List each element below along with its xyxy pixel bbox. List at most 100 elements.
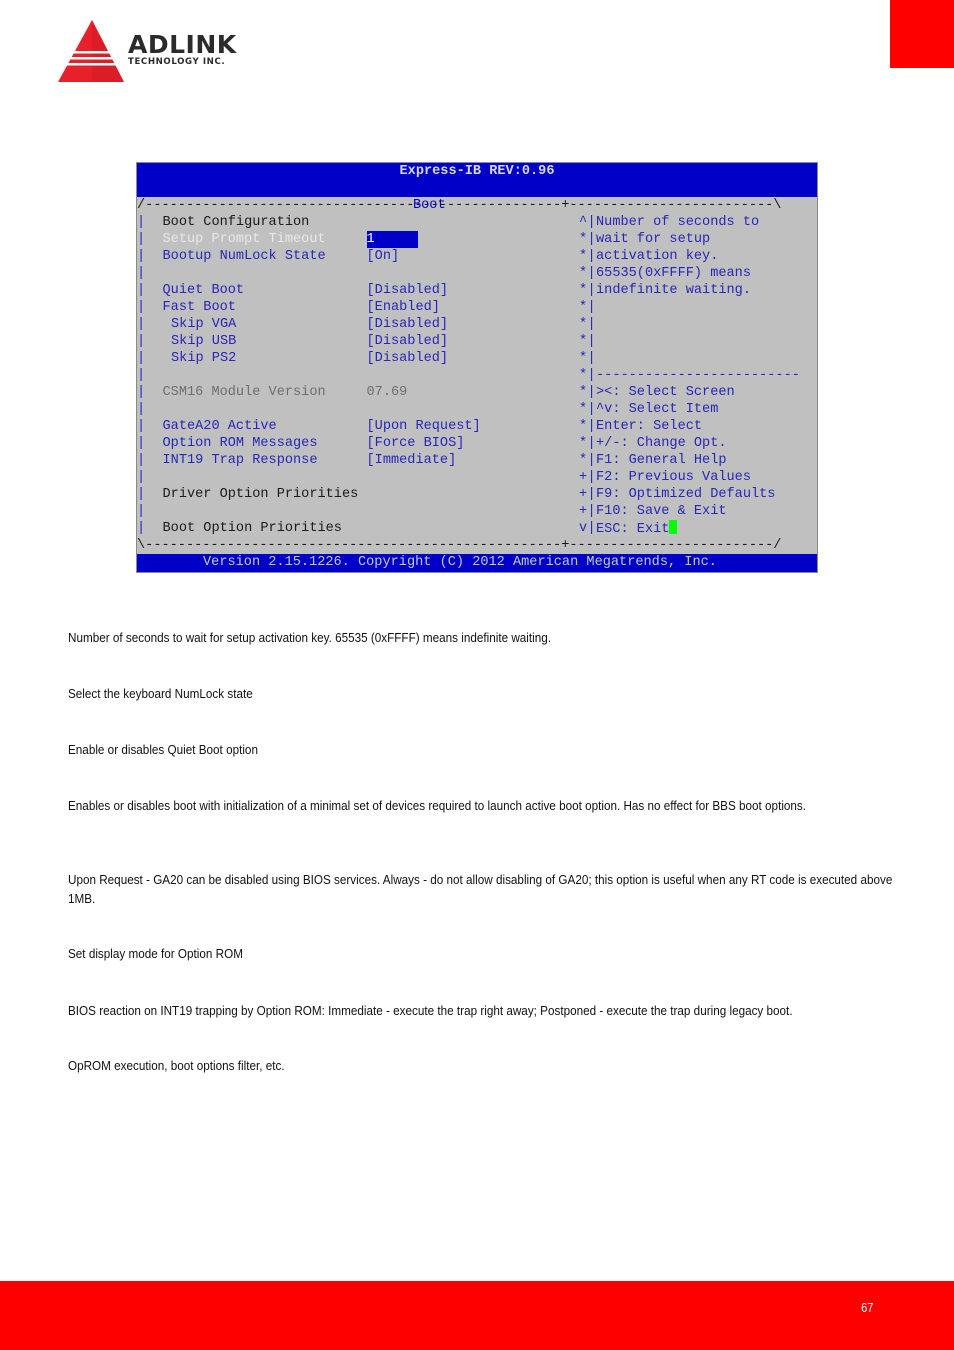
border-bar: | (814, 214, 817, 231)
border-bar: | (814, 367, 817, 384)
int19-value[interactable]: [Immediate] (367, 452, 457, 469)
text-cursor (669, 520, 678, 534)
bootup-numlock-label[interactable]: Bootup NumLock State (163, 248, 326, 265)
border-bar: | (587, 436, 596, 451)
scroll-mark: + (579, 470, 588, 485)
setup-prompt-timeout-label[interactable]: Setup Prompt Timeout (163, 231, 326, 248)
skip-vga-label[interactable]: Skip VGA (171, 316, 236, 333)
scroll-mark: * (579, 402, 588, 417)
border-bar: | (137, 317, 146, 332)
scroll-mark: * (579, 232, 588, 247)
border-bar: | (137, 215, 146, 230)
border-bar: | (587, 249, 596, 264)
border-bar: | (587, 470, 596, 485)
adlink-triangle-icon (58, 20, 124, 82)
border-bar: | (587, 504, 596, 519)
border-bar: | (814, 231, 817, 248)
scroll-mark: * (579, 351, 588, 366)
scroll-mark: * (579, 334, 588, 349)
border-bar: | (814, 469, 817, 486)
help-text: F2: Previous Values (596, 470, 751, 485)
help-text: ><: Select Screen (596, 385, 735, 400)
bios-top-border: /---------------------------------------… (137, 198, 782, 213)
scroll-mark: * (579, 249, 588, 264)
border-bar: | (587, 521, 596, 536)
border-bar: | (814, 435, 817, 452)
border-bar: | (137, 351, 146, 366)
border-bar: | (137, 419, 146, 434)
border-bar: | (587, 368, 596, 383)
scroll-mark: * (579, 317, 588, 332)
skip-usb-value[interactable]: [Disabled] (367, 333, 449, 350)
help-text: activation key. (596, 249, 719, 264)
border-bar: | (137, 436, 146, 451)
bios-title: Express-IB REV:0.96 (399, 164, 555, 179)
border-bar: | (137, 487, 146, 502)
border-bar: | (587, 283, 596, 298)
bios-header: Express-IB REV:0.96 Main Advanced Chipset B… (137, 163, 817, 214)
page-number: 67 (860, 1300, 873, 1315)
scroll-mark: * (579, 453, 588, 468)
help-text: F1: General Help (596, 453, 727, 468)
border-bar: | (137, 283, 146, 298)
border-bar: | (137, 402, 146, 417)
border-bar: | (814, 333, 817, 350)
border-bar: | (814, 248, 817, 265)
quiet-boot-label[interactable]: Quiet Boot (163, 282, 245, 299)
border-bar: | (137, 368, 146, 383)
bios-screenshot: Express-IB REV:0.96 Main Advanced Chipset B… (136, 162, 818, 573)
border-bar: | (587, 334, 596, 349)
border-bar: | (587, 385, 596, 400)
skip-ps2-value[interactable]: [Disabled] (367, 350, 449, 367)
skip-ps2-label[interactable]: Skip PS2 (171, 350, 236, 367)
gatea20-value[interactable]: [Upon Request] (367, 418, 481, 435)
border-bar: | (814, 316, 817, 333)
help-text: F10: Save & Exit (596, 504, 727, 519)
border-bar: | (137, 470, 146, 485)
bios-bottom-border: \---------------------------------------… (137, 538, 782, 553)
section-boot-configuration: Boot Configuration (162, 215, 310, 230)
border-bar: | (587, 266, 596, 281)
option-rom-label[interactable]: Option ROM Messages (163, 435, 318, 452)
int19-label[interactable]: INT19 Trap Response (163, 452, 318, 469)
help-text: wait for setup (596, 232, 711, 247)
setup-prompt-timeout-value[interactable]: 1 (366, 231, 418, 248)
border-bar: | (814, 265, 817, 282)
desc-fast-boot: Enables or disables boot with initializa… (68, 798, 807, 813)
border-bar: | (587, 351, 596, 366)
bootup-numlock-value[interactable]: [On] (367, 248, 400, 265)
quiet-boot-value[interactable]: [Disabled] (367, 282, 449, 299)
skip-usb-label[interactable]: Skip USB (171, 333, 236, 350)
fast-boot-value[interactable]: [Enabled] (367, 299, 440, 316)
border-bar: | (814, 452, 817, 469)
scroll-mark: + (579, 504, 588, 519)
border-bar: | (587, 317, 596, 332)
adlink-logo: ADLINK TECHNOLOGY INC. (56, 18, 271, 86)
border-bar: | (137, 521, 146, 536)
scroll-mark: * (579, 283, 588, 298)
scroll-mark: * (579, 300, 588, 315)
desc-bootup-numlock: Select the keyboard NumLock state (68, 686, 253, 701)
boot-option-priorities[interactable]: Boot Option Priorities (163, 520, 342, 537)
desc-gatea20: Upon Request - GA20 can be disabled usin… (68, 872, 893, 906)
driver-option-priorities[interactable]: Driver Option Priorities (163, 486, 359, 503)
option-rom-value[interactable]: [Force BIOS] (367, 435, 465, 452)
border-bar: | (137, 334, 146, 349)
border-bar: | (814, 350, 817, 367)
fast-boot-label[interactable]: Fast Boot (163, 299, 236, 316)
help-text: indefinite waiting. (596, 283, 751, 298)
scroll-mark: * (579, 436, 588, 451)
border-bar: | (587, 215, 596, 230)
help-text: ------------------------- (596, 368, 800, 383)
help-text: F9: Optimized Defaults (596, 487, 776, 502)
desc-option-rom: Set display mode for Option ROM (68, 946, 243, 961)
scroll-mark: ^ (579, 215, 588, 230)
scroll-mark: v (579, 521, 588, 536)
gatea20-label[interactable]: GateA20 Active (163, 418, 277, 435)
border-bar: | (137, 385, 146, 400)
scroll-mark: * (579, 385, 588, 400)
skip-vga-value[interactable]: [Disabled] (367, 316, 449, 333)
corner-tab (890, 0, 954, 68)
border-bar: | (814, 299, 817, 316)
border-bar: | (587, 419, 596, 434)
